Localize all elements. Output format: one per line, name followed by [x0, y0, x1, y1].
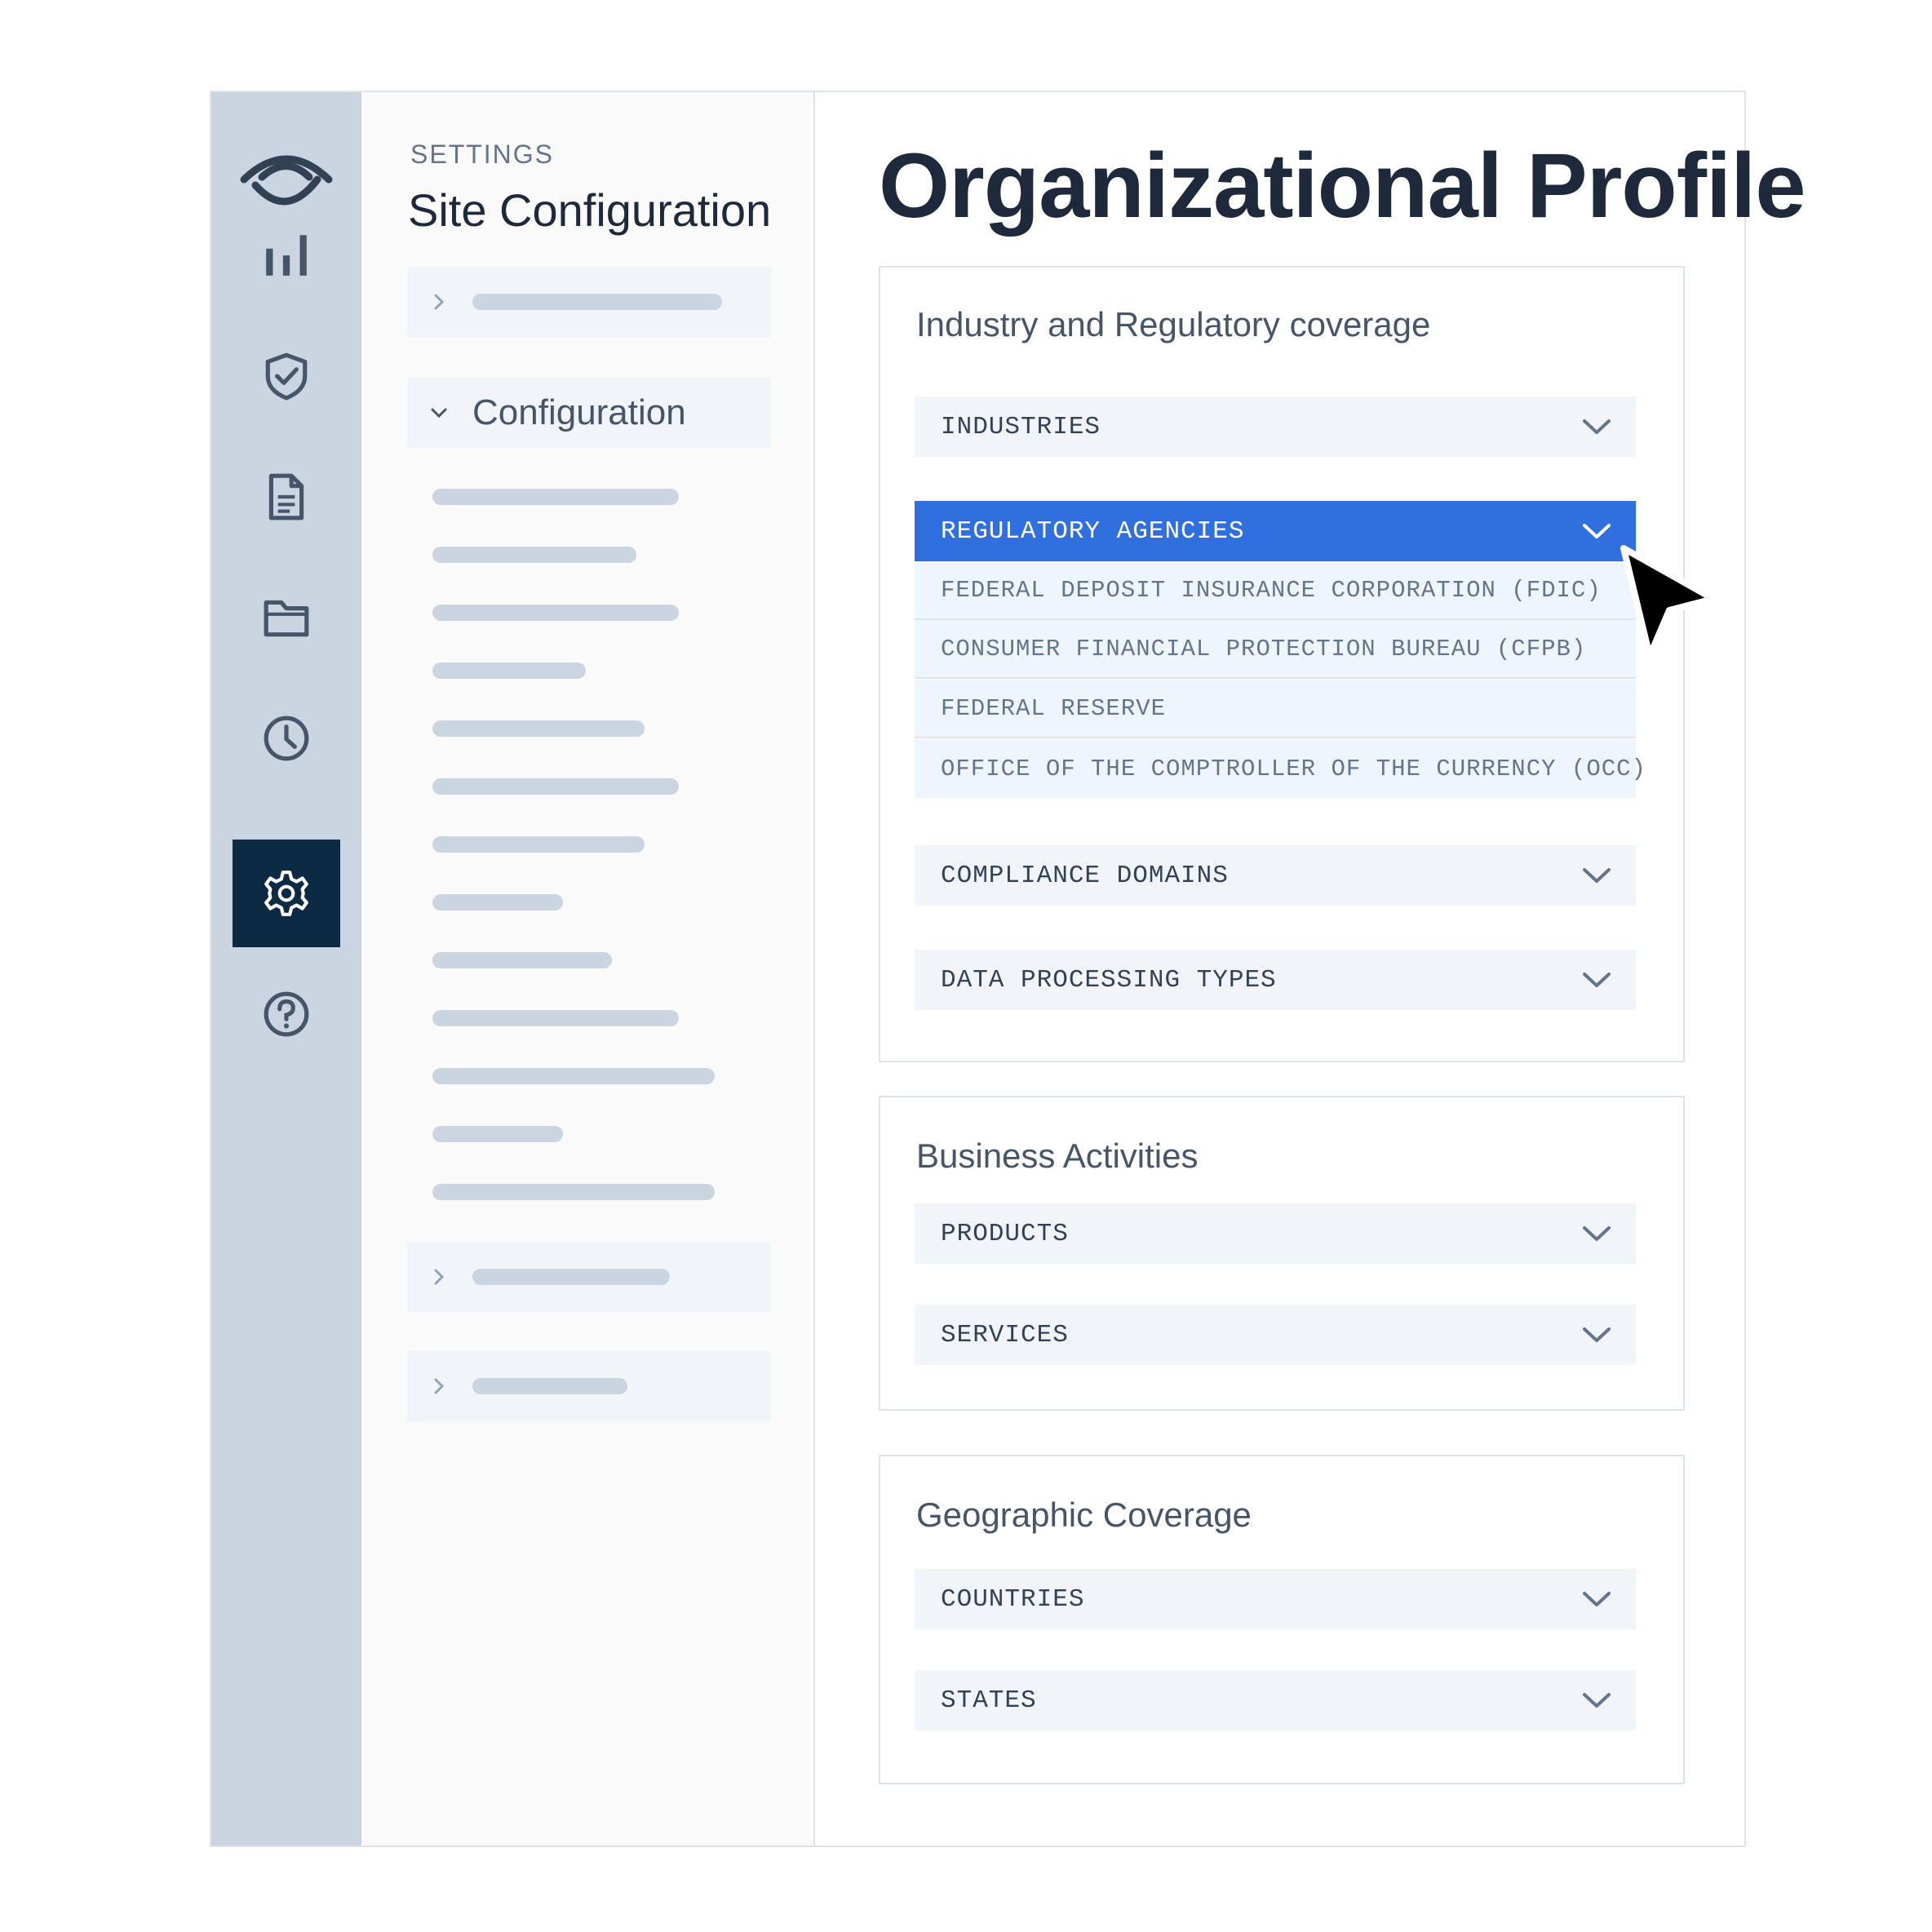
settings-group-collapsed[interactable]: [407, 266, 771, 338]
option-label: FEDERAL DEPOSIT INSURANCE CORPORATION (F…: [941, 576, 1602, 604]
placeholder-bar[interactable]: [432, 1010, 679, 1026]
help-icon: [264, 991, 309, 1037]
placeholder-bar[interactable]: [432, 662, 586, 679]
placeholder-bar[interactable]: [432, 1068, 715, 1084]
dropdown-data-processing-types[interactable]: DATA PROCESSING TYPES: [915, 950, 1636, 1010]
chevron-right-icon: [434, 1269, 445, 1285]
folder-icon: [264, 600, 309, 637]
placeholder-bar[interactable]: [432, 1126, 563, 1142]
dropdown-label: PRODUCTS: [941, 1219, 1069, 1248]
gear-icon: [264, 871, 308, 916]
rail-item-files[interactable]: [233, 564, 340, 671]
option-occ[interactable]: OFFICE OF THE COMPTROLLER OF THE CURRENC…: [915, 739, 1646, 798]
rail-item-security[interactable]: [233, 322, 340, 430]
placeholder-bar[interactable]: [432, 1184, 715, 1200]
section-business-activities: Business Activities PRODUCTS SERVICES: [879, 1096, 1685, 1411]
section-geographic-coverage: Geographic Coverage COUNTRIES STATES: [879, 1455, 1685, 1784]
dropdown-label: COUNTRIES: [941, 1584, 1085, 1614]
chevron-down-icon: [1583, 524, 1611, 538]
dropdown-industries[interactable]: INDUSTRIES: [915, 397, 1636, 457]
option-federal-reserve[interactable]: FEDERAL RESERVE: [915, 680, 1636, 738]
section-title: Geographic Coverage: [916, 1496, 1252, 1534]
dropdown-products[interactable]: PRODUCTS: [915, 1203, 1636, 1264]
chevron-down-icon: [1583, 868, 1611, 883]
placeholder-bar: [472, 294, 722, 310]
section-title: Business Activities: [916, 1137, 1199, 1175]
main-content: Organizational Profile Industry and Regu…: [815, 92, 1806, 1846]
dropdown-compliance-domains[interactable]: COMPLIANCE DOMAINS: [915, 845, 1636, 906]
dropdown-label: REGULATORY AGENCIES: [941, 516, 1245, 546]
option-label: FEDERAL RESERVE: [941, 694, 1167, 722]
dropdown-label: INDUSTRIES: [941, 412, 1101, 441]
app-window: SETTINGS Site Configuration Configuratio…: [210, 91, 1806, 1847]
option-label: OFFICE OF THE COMPTROLLER OF THE CURRENC…: [941, 755, 1646, 782]
dropdown-states[interactable]: STATES: [915, 1670, 1636, 1730]
page-title: Organizational Profile: [879, 135, 1806, 237]
mouse-cursor-icon: [1620, 545, 1717, 659]
bar-chart-icon: [266, 235, 307, 276]
chevron-down-icon: [1583, 419, 1611, 434]
dropdown-label: COMPLIANCE DOMAINS: [941, 861, 1229, 890]
placeholder-bar[interactable]: [432, 720, 645, 737]
chevron-down-icon: [1583, 1226, 1611, 1241]
rail-item-help[interactable]: [233, 960, 340, 1068]
rail-item-history[interactable]: [233, 685, 340, 792]
rail-item-documents[interactable]: [233, 443, 340, 551]
document-icon: [268, 473, 304, 521]
dropdown-label: STATES: [941, 1686, 1037, 1715]
placeholder-bar[interactable]: [432, 605, 679, 621]
chevron-down-icon: [1583, 973, 1611, 987]
section-title: Industry and Regulatory coverage: [916, 305, 1431, 343]
dropdown-label: SERVICES: [941, 1320, 1069, 1349]
section-industry-regulatory: Industry and Regulatory coverage INDUSTR…: [879, 266, 1685, 1062]
placeholder-bar[interactable]: [432, 489, 679, 505]
configuration-group-label: Configuration: [472, 392, 686, 432]
placeholder-bar: [472, 1269, 670, 1285]
chevron-down-icon: [1583, 1592, 1611, 1606]
option-fdic[interactable]: FEDERAL DEPOSIT INSURANCE CORPORATION (F…: [915, 561, 1636, 620]
chevron-down-icon: [431, 408, 447, 419]
placeholder-bar[interactable]: [432, 547, 636, 563]
dropdown-services[interactable]: SERVICES: [915, 1305, 1636, 1365]
icon-rail: [211, 92, 361, 1846]
chevron-right-icon: [434, 294, 445, 310]
placeholder-bar[interactable]: [432, 836, 645, 853]
option-label: CONSUMER FINANCIAL PROTECTION BUREAU (CF…: [941, 635, 1587, 662]
placeholder-bar[interactable]: [432, 778, 679, 795]
placeholder-bar[interactable]: [432, 952, 612, 968]
dropdown-label: DATA PROCESSING TYPES: [941, 965, 1277, 995]
shield-check-icon: [265, 352, 308, 401]
clock-icon: [264, 716, 309, 761]
rail-item-analytics[interactable]: [233, 202, 340, 309]
chevron-right-icon: [434, 1378, 445, 1394]
placeholder-bar[interactable]: [432, 894, 563, 911]
dropdown-regulatory-agencies[interactable]: REGULATORY AGENCIES: [915, 501, 1636, 561]
dropdown-countries[interactable]: COUNTRIES: [915, 1569, 1636, 1629]
chevron-down-icon: [1583, 1693, 1611, 1708]
option-cfpb[interactable]: CONSUMER FINANCIAL PROTECTION BUREAU (CF…: [915, 620, 1636, 679]
settings-group-configuration[interactable]: Configuration: [407, 377, 771, 449]
placeholder-bar: [472, 1378, 627, 1394]
rail-item-settings[interactable]: [233, 840, 340, 947]
settings-group-collapsed[interactable]: [407, 1350, 771, 1422]
chevron-down-icon: [1583, 1327, 1611, 1342]
settings-eyebrow: SETTINGS: [410, 140, 555, 169]
settings-pane: SETTINGS Site Configuration Configuratio…: [361, 92, 815, 1846]
settings-group-collapsed[interactable]: [407, 1241, 771, 1313]
settings-title: Site Configuration: [408, 184, 772, 236]
